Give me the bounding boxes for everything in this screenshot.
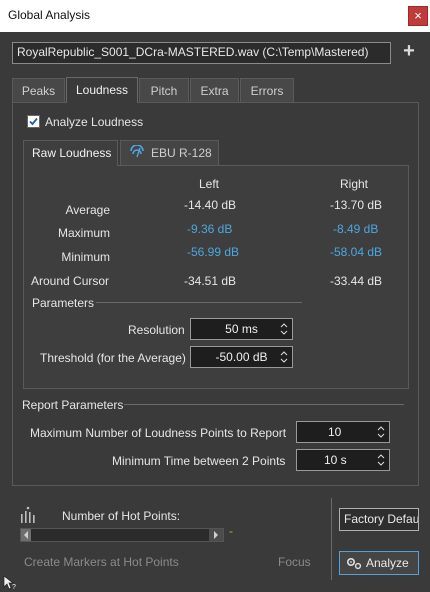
close-icon: × [414,8,422,23]
average-left-value: -14.40 dB [184,198,237,212]
row-label-minimum: Minimum [61,250,110,264]
average-right-value: -13.70 dB [330,198,383,212]
tab-pitch[interactable]: Pitch [139,78,189,103]
hot-points-label: Number of Hot Points: [62,509,181,523]
around-cursor-right-value: -33.44 dB [330,274,383,288]
minimum-left-link[interactable]: -56.99 dB [187,245,239,259]
active-tab-joiner [67,101,137,103]
tab-extra[interactable]: Extra [190,78,239,103]
analyze-loudness-label: Analyze Loudness [45,115,144,129]
file-selector[interactable]: RoyalRepublic_S001_DCra-MASTERED.wav (C:… [12,42,391,64]
resolution-label: Resolution [128,323,185,337]
threshold-label: Threshold (for the Average) [40,351,186,365]
around-cursor-left-value: -34.51 dB [184,274,237,288]
subtab-raw-loudness[interactable]: Raw Loudness [23,140,118,166]
spin-arrows-icon[interactable] [280,350,288,364]
min-time-label: Minimum Time between 2 Points [112,454,286,468]
max-points-spinbox[interactable]: 10 [296,421,390,443]
minimum-right-link[interactable]: -58.04 dB [330,245,382,259]
spin-arrows-icon[interactable] [377,453,385,467]
left-arrow-icon [24,531,28,539]
row-label-around-cursor: Around Cursor [31,274,110,288]
maximum-right-link[interactable]: -8.49 dB [333,222,378,236]
right-arrow-icon [214,531,218,539]
tab-peaks[interactable]: Peaks [12,78,65,103]
title-bar: Global Analysis [0,0,430,32]
ebu-meter-icon [130,145,144,158]
active-subtab-joiner [24,164,117,166]
gears-icon [346,557,362,570]
max-points-value: 10 [328,425,342,439]
add-file-button[interactable]: + [399,40,419,62]
checkmark-icon [29,117,38,126]
focus-button[interactable]: Focus [278,555,311,569]
factory-defaults-button[interactable]: Factory Defaults [339,508,419,531]
row-label-maximum: Maximum [57,226,110,240]
spin-arrows-icon[interactable] [280,322,288,336]
analyze-loudness-checkbox[interactable] [27,115,40,128]
row-label-average: Average [65,203,110,217]
column-right-header: Right [340,177,369,191]
spin-arrows-icon[interactable] [377,425,385,439]
column-left-header: Left [199,177,220,191]
threshold-spinbox[interactable]: -50.00 dB [190,346,293,368]
svg-text:?: ? [12,584,16,590]
hot-points-slider[interactable] [20,528,224,542]
tab-loudness[interactable]: Loudness [66,77,138,103]
slider-right-arrow[interactable] [209,529,223,541]
slider-left-arrow[interactable] [21,529,31,541]
parameters-title: Parameters [32,296,95,310]
max-points-label: Maximum Number of Loudness Points to Rep… [30,426,287,440]
threshold-value: -50.00 dB [215,350,268,364]
report-parameters-title: Report Parameters [22,398,124,412]
hot-points-icon [21,506,35,523]
min-time-value: 10 s [324,453,347,467]
hot-points-value: - [229,524,233,538]
close-button[interactable]: × [408,6,428,26]
report-divider [124,404,404,405]
window-title: Global Analysis [8,8,91,22]
resolution-spinbox[interactable]: 50 ms [190,318,293,340]
cursor-help-icon: ? [3,575,16,590]
resolution-value: 50 ms [225,322,258,336]
min-time-spinbox[interactable]: 10 s [296,449,390,471]
parameters-divider [96,302,302,303]
tab-errors[interactable]: Errors [240,78,294,103]
maximum-left-link[interactable]: -9.36 dB [187,222,232,236]
create-markers-button[interactable]: Create Markers at Hot Points [24,555,179,569]
plus-icon: + [403,40,415,62]
vertical-divider [331,498,332,580]
subtab-ebu-r128-label: EBU R-128 [151,146,212,160]
